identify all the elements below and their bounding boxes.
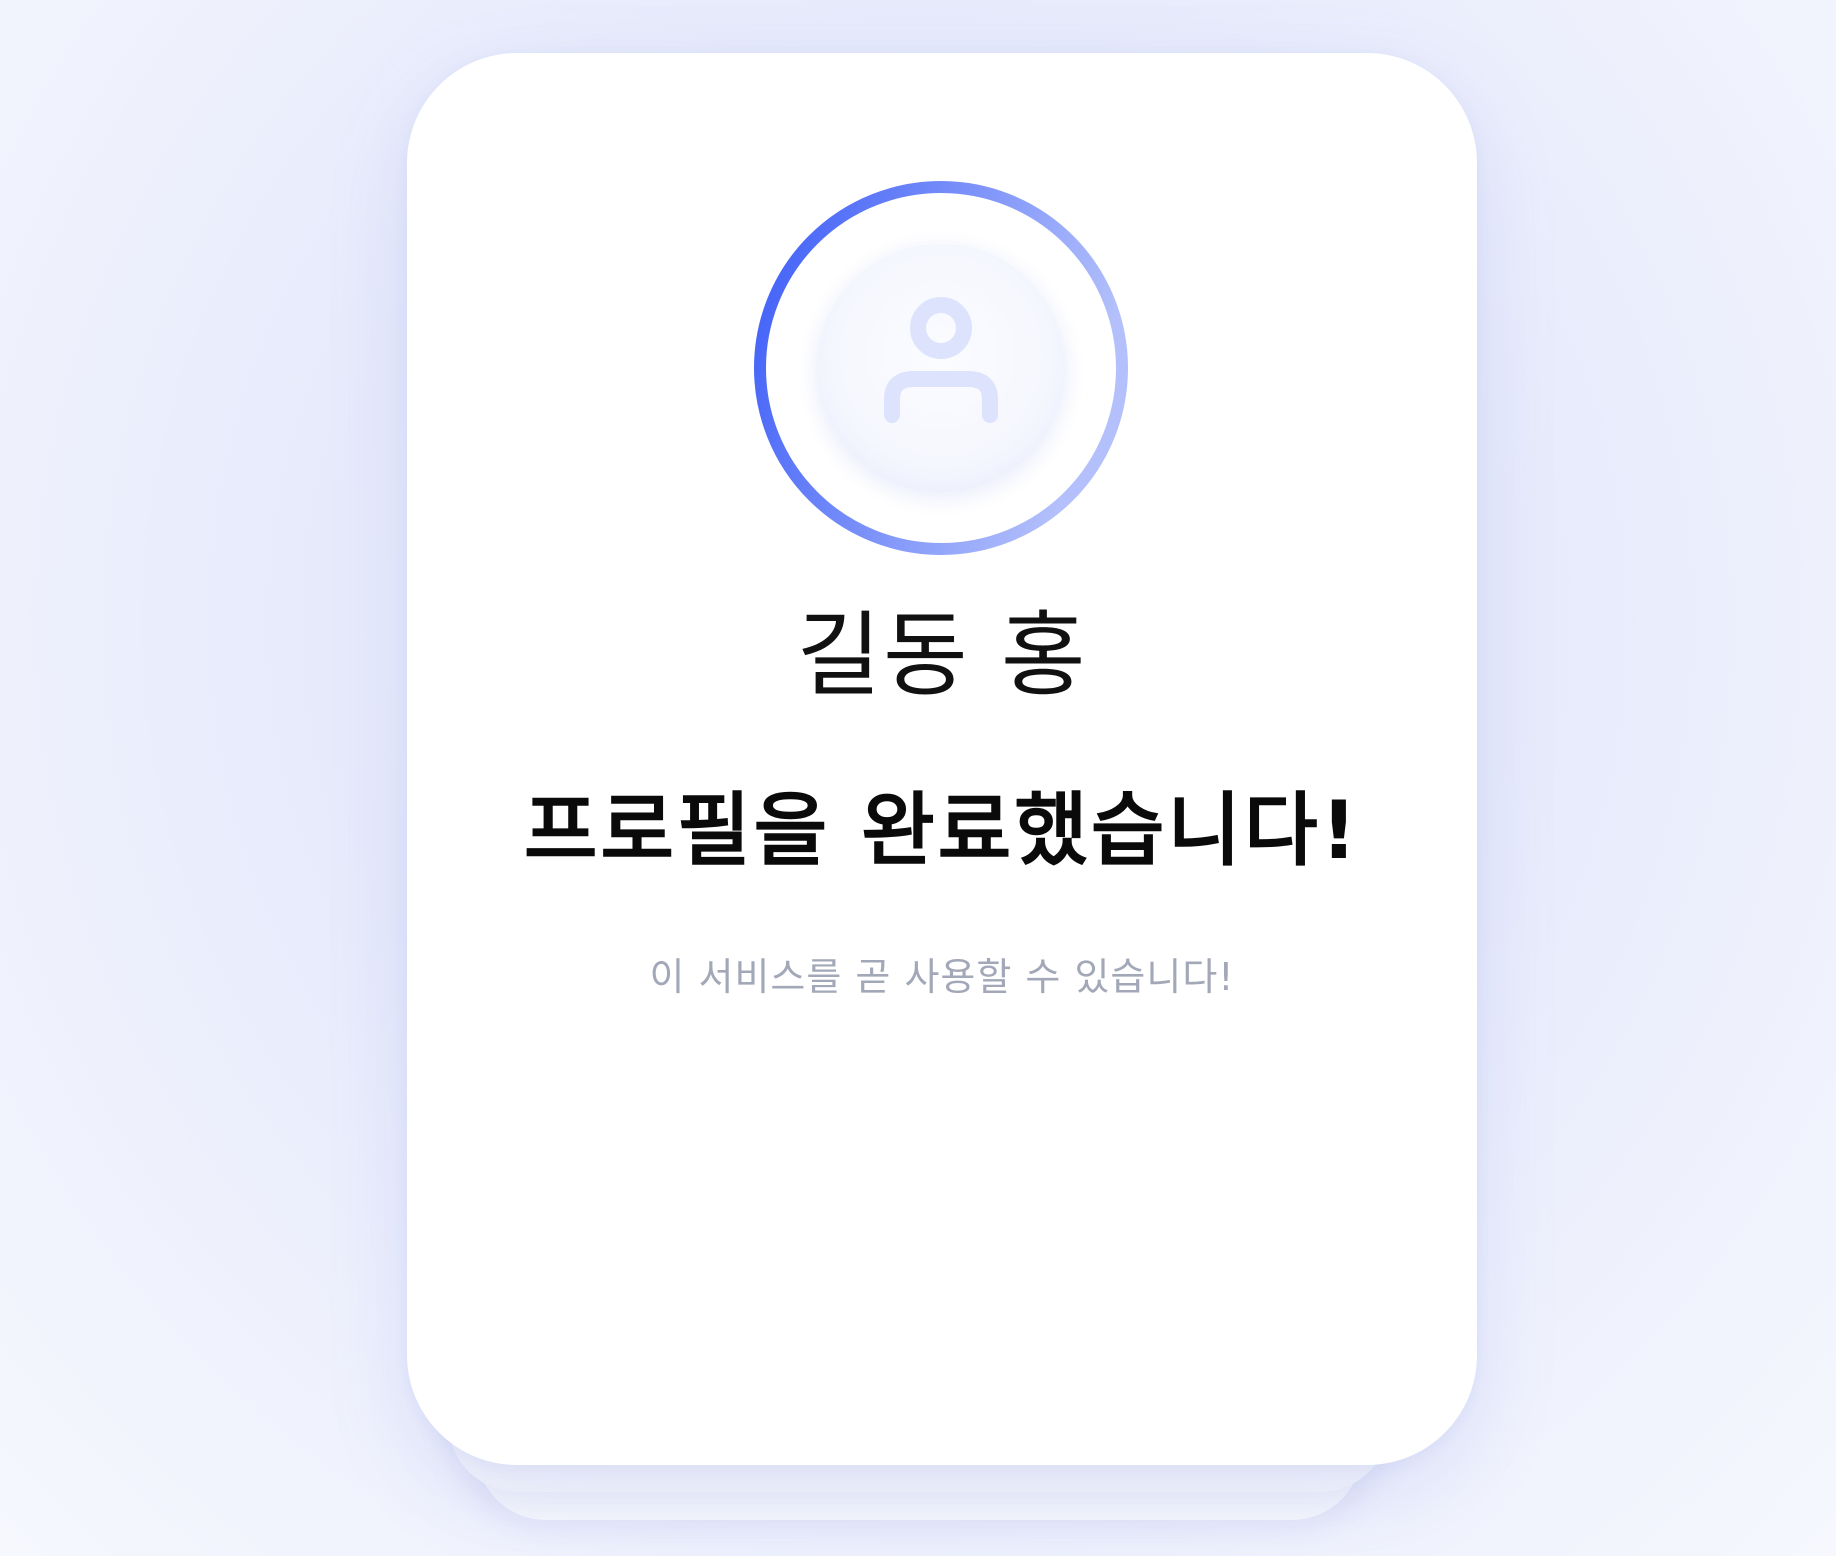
completion-subtitle: 이 서비스를 곧 사용할 수 있습니다! bbox=[649, 955, 1235, 999]
user-display-name: 길동 홍 bbox=[796, 602, 1088, 709]
avatar bbox=[750, 177, 1132, 559]
avatar-ring bbox=[754, 181, 1128, 555]
profile-complete-card: 길동 홍 프로필을 완료했습니다! 이 서비스를 곧 사용할 수 있습니다! bbox=[407, 53, 1477, 1465]
completion-title: 프로필을 완료했습니다! bbox=[523, 784, 1361, 877]
